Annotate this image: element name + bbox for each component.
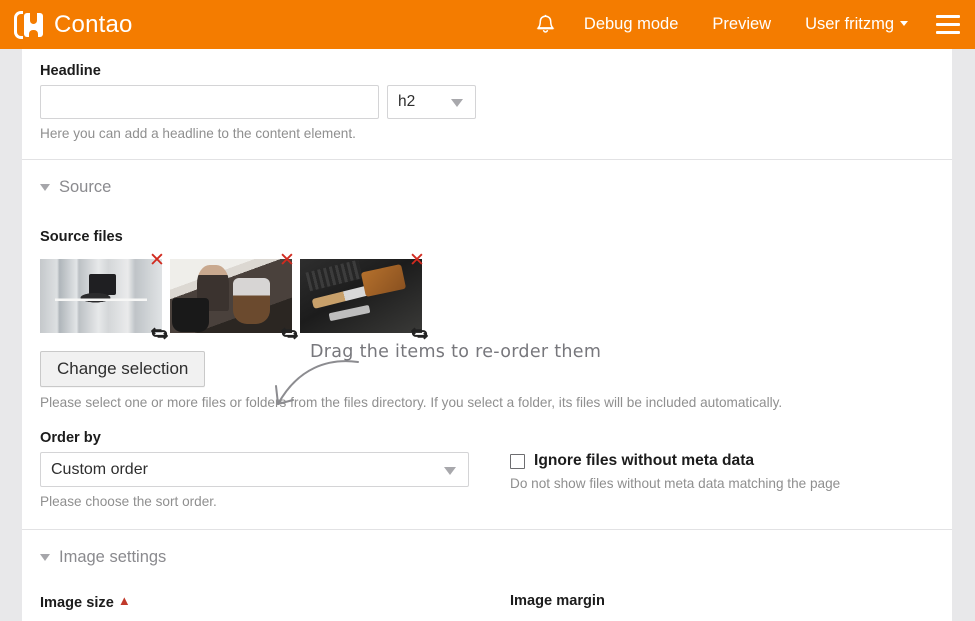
headline-type-value: h2 bbox=[398, 93, 416, 110]
order-by-hint: Please choose the sort order. bbox=[40, 494, 217, 509]
ignore-meta-hint: Do not show files without meta data matc… bbox=[510, 476, 841, 491]
headline-input[interactable] bbox=[40, 85, 379, 119]
thumbnail-image bbox=[300, 259, 422, 333]
headline-type-select[interactable]: h2 bbox=[387, 85, 476, 119]
order-by-group: Order by Custom order Please choose the … bbox=[40, 430, 510, 509]
order-by-value: Custom order bbox=[51, 460, 148, 478]
chevron-down-icon bbox=[451, 99, 463, 107]
close-icon[interactable]: ✕ bbox=[278, 251, 296, 270]
contao-logo-icon bbox=[14, 9, 44, 41]
top-bar: Contao Debug mode Preview User fritzmg bbox=[0, 0, 975, 49]
triangle-down-icon bbox=[40, 554, 50, 561]
hamburger-menu-icon[interactable] bbox=[925, 0, 971, 49]
order-by-label: Order by bbox=[40, 430, 101, 446]
close-icon[interactable]: ✕ bbox=[408, 251, 426, 270]
image-size-label: Image size ▲ bbox=[40, 593, 131, 611]
image-settings-row: Image size ▲ Image margin bbox=[40, 593, 934, 617]
bell-icon[interactable] bbox=[525, 14, 567, 35]
preview-link[interactable]: Preview bbox=[695, 0, 788, 49]
ignore-meta-group: Ignore files without meta data Do not sh… bbox=[510, 430, 934, 509]
ignore-meta-checkbox-row[interactable]: Ignore files without meta data bbox=[510, 452, 934, 470]
headline-hint: Here you can add a headline to the conte… bbox=[40, 126, 356, 141]
source-legend[interactable]: Source bbox=[40, 178, 934, 197]
brand-name: Contao bbox=[54, 10, 133, 38]
swap-icon[interactable] bbox=[279, 323, 301, 345]
image-settings-legend[interactable]: Image settings bbox=[40, 548, 934, 567]
chevron-down-icon bbox=[900, 21, 908, 26]
source-files-hint: Please select one or more files or folde… bbox=[40, 395, 783, 410]
thumbnail-item[interactable]: ✕ bbox=[40, 251, 170, 340]
change-selection-button[interactable]: Change selection bbox=[40, 351, 206, 387]
headline-label: Headline bbox=[40, 63, 101, 79]
brand[interactable]: Contao bbox=[14, 9, 133, 41]
required-marker: ▲ bbox=[117, 593, 131, 608]
ignore-meta-label: Ignore files without meta data bbox=[534, 452, 755, 469]
top-navigation: Debug mode Preview User fritzmg bbox=[525, 0, 975, 49]
user-menu-label: User fritzmg bbox=[805, 15, 894, 33]
thumbnail-list: ✕ ✕ ✕ bbox=[40, 251, 934, 340]
image-settings-group: Image settings Image size ▲ Image margin bbox=[22, 530, 952, 617]
order-row: Order by Custom order Please choose the … bbox=[40, 430, 934, 509]
swap-icon[interactable] bbox=[149, 323, 171, 345]
ignore-meta-checkbox[interactable] bbox=[510, 453, 525, 469]
close-icon[interactable]: ✕ bbox=[148, 251, 166, 270]
order-by-select[interactable]: Custom order bbox=[40, 452, 469, 487]
chevron-down-icon bbox=[444, 466, 456, 475]
headline-group: Headline h2 Here you can add a headline … bbox=[22, 49, 952, 159]
user-menu[interactable]: User fritzmg bbox=[788, 0, 925, 49]
source-files-label: Source files bbox=[40, 229, 123, 245]
thumbnail-image bbox=[170, 259, 292, 333]
source-legend-label: Source bbox=[59, 178, 112, 196]
image-settings-legend-label: Image settings bbox=[59, 548, 167, 566]
debug-mode-link[interactable]: Debug mode bbox=[567, 0, 695, 49]
source-group: Source Drag the items to re-order them S… bbox=[22, 160, 952, 529]
thumbnail-item[interactable]: ✕ bbox=[300, 251, 430, 340]
triangle-down-icon bbox=[40, 184, 50, 191]
content-panel: Headline h2 Here you can add a headline … bbox=[22, 49, 952, 621]
swap-icon[interactable] bbox=[409, 323, 431, 345]
thumbnail-item[interactable]: ✕ bbox=[170, 251, 300, 340]
image-margin-label: Image margin bbox=[510, 593, 605, 609]
thumbnail-image bbox=[40, 259, 162, 333]
